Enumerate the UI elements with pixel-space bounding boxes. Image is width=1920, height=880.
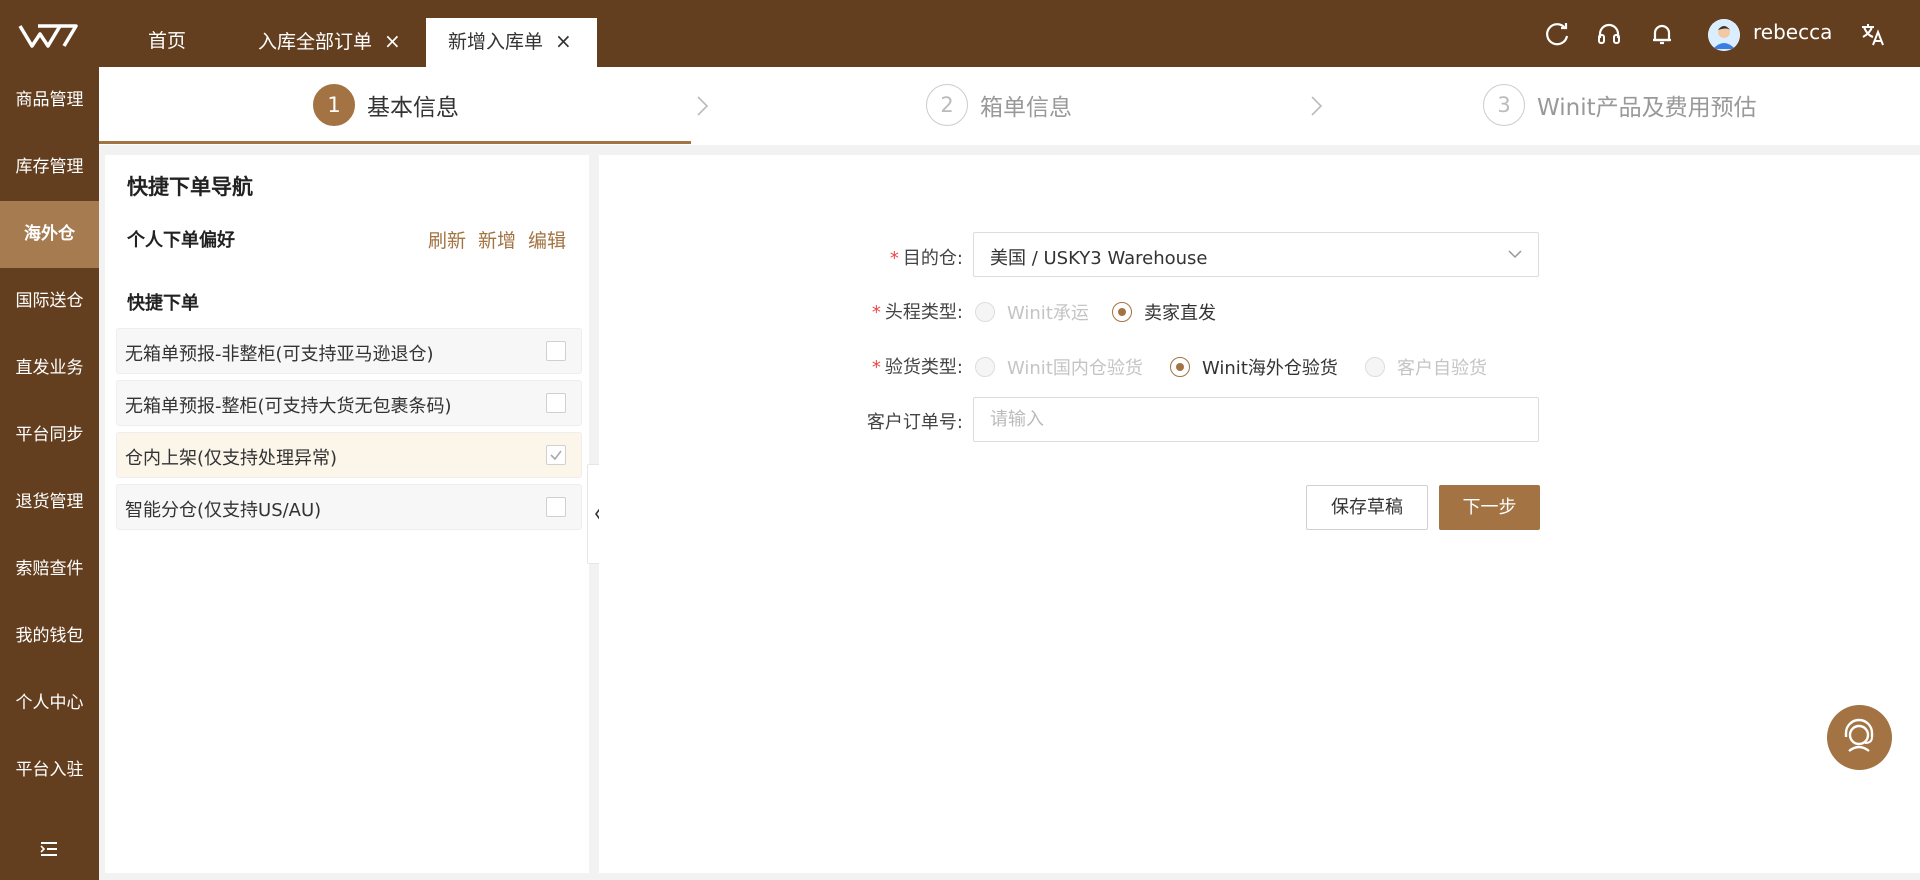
sidebar-item-direct-shipping[interactable]: 直发业务 <box>0 335 99 402</box>
destination-warehouse-select[interactable]: 美国 / USKY3 Warehouse <box>973 232 1539 277</box>
tab-label: 首页 <box>148 30 187 52</box>
sidebar-item-inventory[interactable]: 库存管理 <box>0 134 99 201</box>
quick-order-nav-panel: 快捷下单导航 个人下单偏好 刷新 新增 编辑 快捷下单 无箱单预报-非整柜(可支… <box>105 155 589 873</box>
checkbox[interactable] <box>546 393 566 413</box>
step-indicator: 1 基本信息 2 箱单信息 3 Winit产品及费用预估 <box>99 67 1920 145</box>
sidebar-item-profile[interactable]: 个人中心 <box>0 670 99 737</box>
support-agent-icon <box>1844 718 1874 752</box>
personal-preference-label: 个人下单偏好 <box>127 230 235 251</box>
customer-order-no-input[interactable] <box>973 397 1539 442</box>
refresh-icon[interactable] <box>1543 20 1571 48</box>
quick-order-item-label: 无箱单预报-整柜(可支持大货无包裹条码) <box>125 396 452 417</box>
required-mark: * <box>871 357 881 378</box>
chevron-right-icon <box>697 96 709 116</box>
refresh-link[interactable]: 刷新 <box>428 226 466 253</box>
active-step-underline <box>99 141 691 144</box>
quick-order-item-label: 智能分仓(仅支持US/AU) <box>125 500 322 521</box>
inspect-type-label: * 验货类型: <box>813 353 963 379</box>
close-icon[interactable]: × <box>555 29 572 53</box>
checkbox[interactable] <box>546 341 566 361</box>
quick-order-item[interactable]: 仓内上架(仅支持处理异常) <box>116 432 582 478</box>
radio-label: 卖家直发 <box>1144 303 1216 324</box>
save-draft-button[interactable]: 保存草稿 <box>1306 485 1428 530</box>
sidebar: 商品管理 库存管理 海外仓 国际送仓 直发业务 平台同步 退货管理 索赔查件 我… <box>0 67 99 880</box>
tab-label: 新增入库单 <box>448 31 544 53</box>
customer-support-button[interactable] <box>1827 705 1892 770</box>
radio-label: Winit海外仓验货 <box>1202 358 1338 379</box>
step-label: Winit产品及费用预估 <box>1537 95 1757 121</box>
step-product-fee-estimate[interactable]: 3 Winit产品及费用预估 <box>1483 83 1757 127</box>
step-basic-info[interactable]: 1 基本信息 <box>313 83 459 127</box>
sidebar-item-products[interactable]: 商品管理 <box>0 67 99 134</box>
step-number: 1 <box>313 84 355 126</box>
menu-collapse-icon[interactable] <box>38 838 60 860</box>
radio-circle[interactable] <box>975 302 995 322</box>
radio-circle[interactable] <box>1170 357 1190 377</box>
next-step-button[interactable]: 下一步 <box>1439 485 1540 530</box>
sidebar-item-returns[interactable]: 退货管理 <box>0 469 99 536</box>
radio-circle[interactable] <box>975 357 995 377</box>
warehouse-label-text: 目的仓: <box>902 248 963 269</box>
step-number: 2 <box>926 84 968 126</box>
tab-new-inbound-order[interactable]: 新增入库单 × <box>426 18 597 67</box>
close-icon[interactable]: × <box>384 29 401 53</box>
quick-order-label: 快捷下单 <box>127 293 199 314</box>
brand-logo[interactable] <box>18 22 78 50</box>
quick-order-item-label: 仓内上架(仅支持处理异常) <box>125 448 338 469</box>
chevron-right-icon <box>1311 96 1323 116</box>
inspect-type-label-text: 验货类型: <box>884 357 963 378</box>
sidebar-item-platform-onboarding[interactable]: 平台入驻 <box>0 737 99 804</box>
sidebar-item-platform-sync[interactable]: 平台同步 <box>0 402 99 469</box>
checkbox[interactable] <box>546 497 566 517</box>
top-bar: 首页 入库全部订单 × 新增入库单 × rebecca <box>0 0 1920 67</box>
quick-order-item[interactable]: 智能分仓(仅支持US/AU) <box>116 484 582 530</box>
radio-winit-carrier[interactable]: Winit承运 <box>975 299 1089 325</box>
selected-value: 美国 / USKY3 Warehouse <box>990 248 1208 269</box>
step-label: 箱单信息 <box>980 95 1072 121</box>
radio-seller-direct[interactable]: 卖家直发 <box>1112 299 1216 325</box>
radio-label: 客户自验货 <box>1397 358 1487 379</box>
step-number: 3 <box>1483 84 1525 126</box>
step-label: 基本信息 <box>367 95 459 121</box>
radio-winit-domestic-inspection[interactable]: Winit国内仓验货 <box>975 354 1143 380</box>
tab-inbound-all-orders[interactable]: 入库全部订单 × <box>236 18 423 67</box>
radio-winit-overseas-inspection[interactable]: Winit海外仓验货 <box>1170 354 1338 380</box>
headset-icon[interactable] <box>1595 20 1623 48</box>
radio-label: Winit国内仓验货 <box>1007 358 1143 379</box>
sidebar-item-wallet[interactable]: 我的钱包 <box>0 603 99 670</box>
sidebar-item-intl-delivery[interactable]: 国际送仓 <box>0 268 99 335</box>
tab-label: 入库全部订单 <box>258 31 373 53</box>
tab-home[interactable]: 首页 <box>126 18 208 67</box>
bell-icon[interactable] <box>1648 20 1676 48</box>
chevron-down-icon <box>1508 250 1522 259</box>
quick-order-item-label: 无箱单预报-非整柜(可支持亚马逊退仓) <box>125 344 434 365</box>
required-mark: * <box>871 302 881 323</box>
avatar[interactable] <box>1708 19 1740 51</box>
head-type-label: * 头程类型: <box>813 298 963 324</box>
warehouse-label: * 目的仓: <box>813 244 963 270</box>
radio-circle[interactable] <box>1112 302 1132 322</box>
basic-info-form: * 目的仓: 美国 / USKY3 Warehouse * 头程类型: Winit承… <box>599 155 1920 873</box>
radio-label: Winit承运 <box>1007 303 1089 324</box>
check-icon <box>550 450 562 461</box>
add-link[interactable]: 新增 <box>478 226 516 253</box>
customer-order-no-label: 客户订单号: <box>866 412 963 433</box>
username[interactable]: rebecca <box>1753 20 1832 44</box>
checkbox[interactable] <box>546 445 566 465</box>
required-mark: * <box>889 248 899 269</box>
quick-order-item[interactable]: 无箱单预报-整柜(可支持大货无包裹条码) <box>116 380 582 426</box>
panel-title: 快捷下单导航 <box>127 175 253 199</box>
sidebar-item-overseas-warehouse[interactable]: 海外仓 <box>0 201 99 268</box>
translate-icon[interactable] <box>1859 20 1887 48</box>
radio-circle[interactable] <box>1365 357 1385 377</box>
radio-customer-self-inspection[interactable]: 客户自验货 <box>1365 354 1487 380</box>
sidebar-item-claims[interactable]: 索赔查件 <box>0 536 99 603</box>
head-type-label-text: 头程类型: <box>884 302 963 323</box>
edit-link[interactable]: 编辑 <box>528 226 566 253</box>
quick-order-item[interactable]: 无箱单预报-非整柜(可支持亚马逊退仓) <box>116 328 582 374</box>
step-packing-list[interactable]: 2 箱单信息 <box>926 83 1072 127</box>
